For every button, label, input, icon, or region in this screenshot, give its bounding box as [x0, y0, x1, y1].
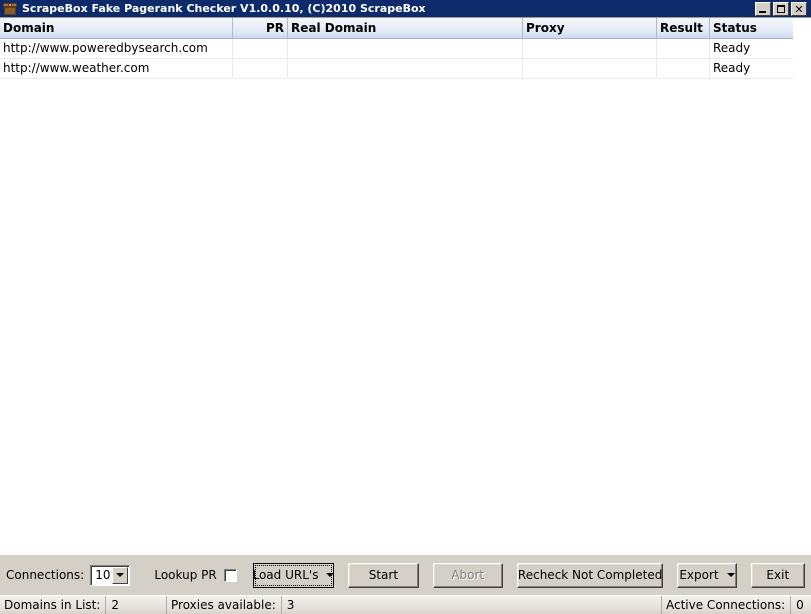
cell-status: Ready: [713, 41, 751, 55]
domains-label: Domains in List:: [4, 598, 101, 612]
application-window: ScrapeBox Fake Pagerank Checker V1.0.0.1…: [0, 0, 811, 614]
domains-value: 2: [105, 596, 119, 614]
results-grid[interactable]: Domain PR Real Domain Proxy Result Statu…: [0, 18, 811, 554]
lookup-pr-group: Lookup PR: [154, 568, 237, 582]
export-label: Export: [679, 568, 719, 582]
cell-real-domain: [288, 59, 523, 78]
recheck-not-completed-button[interactable]: Recheck Not Completed: [516, 562, 664, 588]
column-header-real-domain[interactable]: Real Domain: [288, 18, 523, 38]
table-row[interactable]: http://www.poweredbysearch.com Ready: [0, 39, 793, 59]
status-domains-in-list: Domains in List: 2: [0, 596, 166, 614]
abort-button: Abort: [432, 562, 503, 588]
grid-header-row: Domain PR Real Domain Proxy Result Statu…: [0, 18, 793, 39]
lookup-pr-checkbox[interactable]: [223, 568, 237, 582]
export-button[interactable]: Export: [677, 562, 737, 588]
cell-result: [657, 59, 710, 78]
close-icon: ✕: [794, 2, 804, 16]
connections-dropdown[interactable]: 10: [90, 564, 131, 586]
abort-label: Abort: [451, 568, 485, 582]
status-proxies-available: Proxies available: 3: [166, 596, 661, 614]
cell-proxy: [523, 39, 657, 58]
exit-button[interactable]: Exit: [750, 562, 806, 588]
minimize-icon: [759, 10, 766, 13]
load-urls-button[interactable]: Load URL's: [252, 562, 335, 588]
cell-proxy: [523, 59, 657, 78]
active-value: 0: [790, 596, 804, 614]
start-button[interactable]: Start: [348, 562, 419, 588]
status-bar: Domains in List: 2 Proxies available: 3 …: [0, 595, 811, 614]
cell-real-domain: [288, 39, 523, 58]
title-bar: ScrapeBox Fake Pagerank Checker V1.0.0.1…: [0, 0, 811, 18]
proxies-value: 3: [280, 596, 294, 614]
minimize-button[interactable]: [755, 1, 771, 16]
cell-domain: http://www.weather.com: [0, 59, 233, 78]
connections-label: Connections:: [6, 568, 85, 582]
window-title: ScrapeBox Fake Pagerank Checker V1.0.0.1…: [22, 1, 426, 15]
chevron-down-icon: [326, 573, 335, 577]
cell-domain: http://www.poweredbysearch.com: [0, 39, 233, 58]
column-header-pr[interactable]: PR: [233, 18, 288, 38]
cell-pr: [233, 39, 288, 58]
cell-result: [657, 39, 710, 58]
column-header-proxy[interactable]: Proxy: [523, 18, 657, 38]
exit-label: Exit: [766, 568, 790, 582]
load-urls-label: Load URL's: [252, 568, 319, 582]
active-label: Active Connections:: [666, 598, 786, 612]
bottom-toolbar: Connections: 10 Lookup PR Load URL's Sta…: [0, 554, 811, 595]
proxies-label: Proxies available:: [171, 598, 276, 612]
cell-status: Ready: [713, 61, 751, 75]
column-header-domain[interactable]: Domain: [0, 18, 233, 38]
table-row[interactable]: http://www.weather.com Ready: [0, 59, 793, 79]
cell-pr: [233, 59, 288, 78]
grid-body: http://www.poweredbysearch.com Ready htt…: [0, 39, 793, 79]
recheck-label: Recheck Not Completed: [517, 568, 663, 582]
chevron-down-icon[interactable]: [112, 566, 129, 584]
connections-value: 10: [95, 567, 111, 582]
close-button[interactable]: ✕: [791, 1, 807, 16]
column-header-result[interactable]: Result: [657, 18, 710, 38]
column-header-status[interactable]: Status: [710, 18, 793, 38]
window-controls: ✕: [755, 1, 807, 16]
maximize-icon: [777, 4, 785, 13]
start-label: Start: [368, 568, 399, 582]
chevron-down-icon: [726, 573, 735, 577]
lookup-pr-label: Lookup PR: [154, 568, 217, 582]
maximize-button[interactable]: [773, 1, 789, 16]
box-icon: [3, 2, 18, 16]
status-active-connections: Active Connections: 0: [661, 596, 811, 614]
